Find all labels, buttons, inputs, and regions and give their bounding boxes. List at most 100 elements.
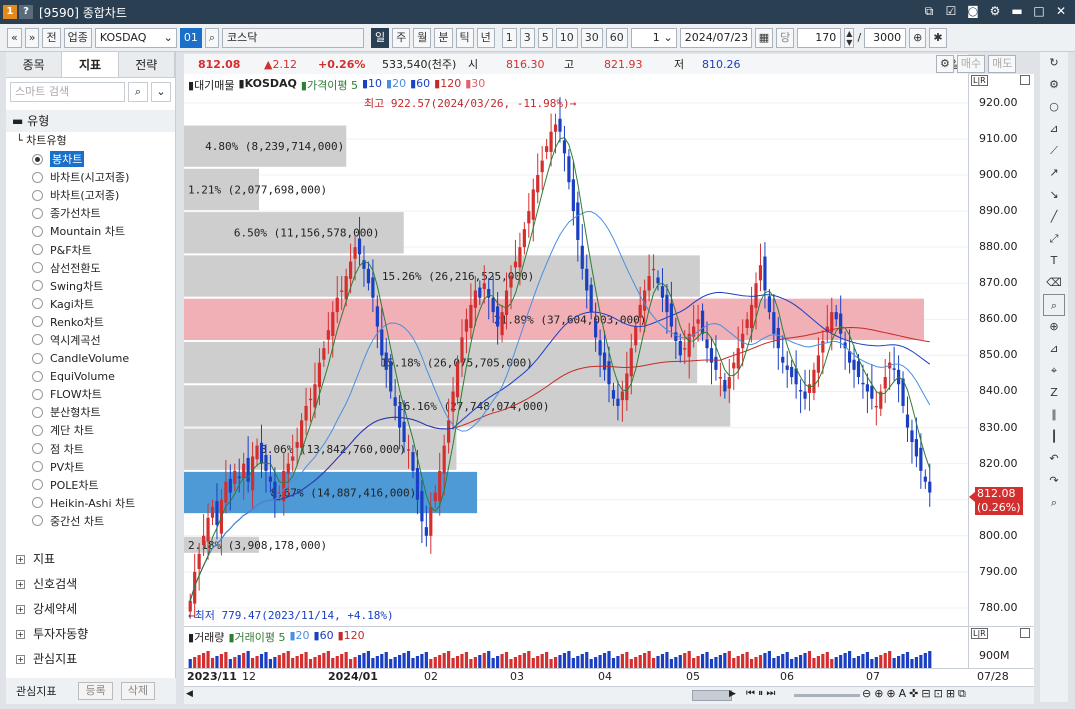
chart-type-option[interactable]: Mountain 차트 [6, 222, 175, 240]
period-minute[interactable]: 분 [434, 27, 453, 48]
count-select[interactable]: 1 ⌄ [630, 27, 677, 48]
chart-type-option[interactable]: 역시계곡선 [6, 331, 175, 349]
search-icon[interactable]: ⌕ [128, 82, 148, 102]
chart-type-option[interactable]: 삼선전환도 [6, 259, 175, 277]
link-icon[interactable]: ⧉ [921, 3, 937, 19]
chart-type-option[interactable]: FLOW차트 [6, 385, 175, 403]
radio-icon[interactable] [32, 225, 43, 237]
section-investor[interactable]: + 투자자동향 [6, 622, 176, 647]
search-icon[interactable]: ⌕ [1043, 492, 1065, 514]
chart-scrollbar[interactable]: ◀ ▶ ⏮ ⏸ ⏭ ⊖⊕⊕A✜⊟⊡⊞⧉ [184, 686, 1034, 704]
section-strength[interactable]: + 강세약세 [6, 597, 176, 622]
tree-root[interactable]: └ 차트유형 [6, 132, 175, 150]
interval-5[interactable]: 5 [537, 27, 553, 48]
section-indicator[interactable]: + 지표 [6, 547, 176, 572]
radio-icon[interactable] [32, 280, 43, 292]
ruler-icon[interactable]: ⊿ [1043, 338, 1065, 360]
axis-scale-icon[interactable]: L|R [971, 75, 988, 86]
chart-type-option[interactable]: PV차트 [6, 458, 175, 476]
chart-type-option[interactable]: 종가선차트 [6, 204, 175, 222]
spinner-icon[interactable]: ▲ ▼ [844, 27, 855, 48]
radio-icon[interactable] [32, 406, 43, 418]
chart-type-option[interactable]: 계단 차트 [6, 421, 175, 439]
settings-icon[interactable]: ✱ [929, 27, 947, 48]
section-signal-search[interactable]: + 신호검색 [6, 572, 176, 597]
radio-icon[interactable] [32, 352, 43, 364]
redo-icon[interactable]: ↷ [1043, 470, 1065, 492]
radio-icon[interactable] [32, 334, 43, 346]
buy-button[interactable]: 매수 [956, 55, 986, 73]
radio-icon[interactable] [32, 244, 43, 256]
maximize-icon[interactable]: □ [1031, 3, 1047, 19]
interval-60[interactable]: 60 [605, 27, 628, 48]
volume-chart[interactable]: ▮거래량 ▮거래이평 5 ▮20 ▮60 ▮120 [184, 626, 968, 669]
vertical-lines-icon[interactable]: ┃ [1043, 426, 1065, 448]
radio-icon[interactable] [32, 388, 43, 400]
pin-icon[interactable]: ⌖ [1043, 360, 1065, 382]
text-tool-icon[interactable]: T [1043, 250, 1065, 272]
radio-icon[interactable] [32, 189, 43, 201]
smart-search-input[interactable]: 스마트 검색 [10, 82, 125, 102]
fibonacci-icon[interactable]: Z [1043, 382, 1065, 404]
section-type[interactable]: ▬ 유형 [6, 110, 175, 132]
chart-type-option[interactable]: 봉차트 [6, 150, 175, 168]
radio-icon[interactable] [32, 370, 43, 382]
chart-type-option[interactable]: Swing차트 [6, 277, 175, 295]
zoom-controls-icon[interactable]: ⊖⊕⊕A✜⊟⊡⊞⧉ [862, 687, 969, 701]
code-badge[interactable]: 01 [179, 27, 202, 48]
sell-button[interactable]: 매도 [988, 55, 1017, 73]
checklist-icon[interactable]: ☑ [943, 3, 959, 19]
chart-type-option[interactable]: Renko차트 [6, 313, 175, 331]
chart-type-option[interactable]: 분산형차트 [6, 403, 175, 421]
chart-type-option[interactable]: CandleVolume [6, 349, 175, 367]
jeon-button[interactable]: 전 [42, 27, 61, 48]
trend-tool-icon[interactable]: ⟋ [1043, 140, 1065, 162]
chart-type-option[interactable]: EquiVolume [6, 367, 175, 385]
chart-type-option[interactable]: P&F차트 [6, 240, 175, 258]
delete-button[interactable]: 삭제 [120, 682, 155, 700]
radio-icon[interactable] [32, 497, 43, 509]
radio-icon[interactable] [32, 515, 43, 527]
axis-scale-icon[interactable]: L|R [971, 628, 988, 639]
chart-type-option[interactable]: POLE차트 [6, 476, 175, 494]
chart-type-option[interactable]: 점 차트 [6, 440, 175, 458]
period-day[interactable]: 일 [371, 27, 390, 48]
scroll-left-icon[interactable]: ◀ [186, 689, 193, 699]
chart-type-option[interactable]: 중간선 차트 [6, 512, 175, 530]
radio-icon[interactable] [32, 153, 43, 165]
period-year[interactable]: 년 [476, 27, 495, 48]
magnifier-icon[interactable]: ⌕ [1043, 294, 1065, 316]
undo-icon[interactable]: ↶ [1043, 448, 1065, 470]
radio-icon[interactable] [32, 424, 43, 436]
axis-expand-icon[interactable] [1020, 75, 1030, 85]
search-icon[interactable]: ⌕ [204, 27, 220, 48]
scroll-thumb[interactable] [692, 690, 732, 701]
interval-3[interactable]: 3 [519, 27, 535, 48]
tab-indicator[interactable]: 지표 [62, 52, 119, 77]
period-tick[interactable]: 틱 [455, 27, 474, 48]
gear-icon[interactable]: ⚙ [1043, 74, 1065, 96]
axis-expand-icon[interactable] [1020, 628, 1030, 638]
zoom-icon[interactable]: ⊕ [909, 27, 927, 48]
ray-tool-icon[interactable]: ↘ [1043, 184, 1065, 206]
zoom-slider[interactable] [794, 694, 860, 697]
minimize-icon[interactable]: ▬ [1009, 3, 1025, 19]
zoom-in-icon[interactable]: ⊕ [1043, 316, 1065, 338]
camera-icon[interactable]: ◙ [965, 3, 981, 19]
period-week[interactable]: 주 [392, 27, 411, 48]
chart-icon[interactable]: ⊿ [1043, 118, 1065, 140]
diagonal-icon[interactable]: ╱ [1043, 206, 1065, 228]
tab-stock[interactable]: 종목 [6, 52, 63, 77]
radio-icon[interactable] [32, 461, 43, 473]
chart-type-option[interactable]: 바차트(시고저종) [6, 168, 175, 186]
interval-1[interactable]: 1 [501, 27, 517, 48]
tab-strategy[interactable]: 전략 [118, 52, 175, 77]
dang-button[interactable]: 당 [776, 27, 795, 48]
radio-icon[interactable] [32, 443, 43, 455]
interval-30[interactable]: 30 [580, 27, 603, 48]
stock-name-field[interactable]: 코스닥 [222, 27, 365, 48]
radio-icon[interactable] [32, 479, 43, 491]
price-chart[interactable]: 2.18% (3,908,178,000) 8.67% (14,887,416,0… [184, 74, 968, 626]
radio-icon[interactable] [32, 298, 43, 310]
register-button[interactable]: 등록 [78, 682, 113, 700]
